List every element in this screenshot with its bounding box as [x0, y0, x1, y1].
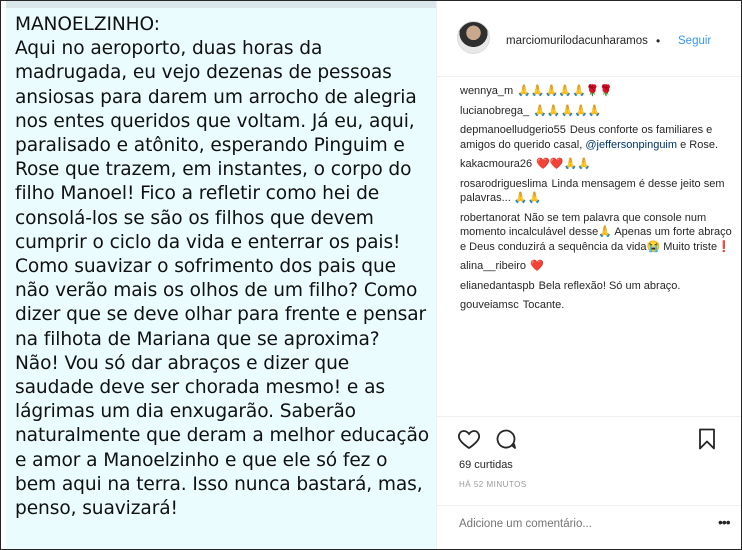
comment-item: depmanoelludgerio55 Deus conforte os fami…: [460, 123, 738, 152]
bookmark-icon[interactable]: [695, 427, 719, 451]
avatar[interactable]: [457, 21, 490, 54]
post-image-body: Aqui no aeroporto, duas horas da madruga…: [15, 38, 430, 520]
comment-item: elianedantaspb Bela reflexão! Só um abraç…: [460, 279, 738, 294]
more-options-icon[interactable]: •••: [718, 514, 731, 530]
header-separator: •: [656, 34, 661, 48]
comment-emojis: 🙏🙏: [513, 192, 542, 204]
comment-item: robertanorat Não se tem palavra que conso…: [460, 211, 738, 255]
comment-item: lucianobrega_ 🙏🙏🙏🙏🙏: [460, 104, 738, 119]
post-side-panel: marciomurilodacunharamos • Seguir wennya…: [436, 1, 741, 549]
comment-emojis: 🙏🙏🙏🙏🙏: [533, 104, 602, 117]
comment-username[interactable]: lucianobrega_: [460, 105, 529, 117]
comment-username[interactable]: depmanoelludgerio55: [460, 124, 566, 136]
comment-item: alina__ribeiro ❤️: [460, 259, 738, 274]
image-top-strip: [6, 1, 436, 8]
comment-username[interactable]: robertanorat: [460, 212, 520, 224]
post-timestamp: HÁ 52 MINUTOS: [459, 480, 527, 489]
comment-username[interactable]: gouveiamsc: [460, 299, 519, 311]
post-actions: 69 curtidas HÁ 52 MINUTOS •••: [437, 416, 741, 530]
comment-emojis: ❤️: [530, 260, 544, 272]
instagram-post: MANOELZINHO: Aqui no aeroporto, duas hora…: [0, 0, 742, 550]
comment-item: wennya_m 🙏🙏🙏🙏🙏🌹🌹: [460, 84, 738, 99]
comment-emojis: ❤️❤️🙏🙏: [536, 158, 591, 170]
comment-emojis: 🙏🙏🙏🙏🙏🌹🌹: [517, 85, 614, 97]
comment-username[interactable]: kakacmoura26: [460, 158, 532, 170]
post-header: marciomurilodacunharamos • Seguir: [437, 1, 741, 77]
heart-outline-icon[interactable]: [457, 427, 481, 451]
comment-item: kakacmoura26 ❤️❤️🙏🙏: [460, 157, 738, 172]
comment-text-after: e Rose.: [677, 138, 719, 151]
comment-mention-link[interactable]: @jeffersonpinguim: [585, 139, 677, 151]
comment-item: gouveiamsc Tocante.: [460, 298, 738, 313]
comment-item: rosarodrigueslima Linda mensagem é desse …: [460, 177, 738, 206]
post-image-text: MANOELZINHO: Aqui no aeroporto, duas hora…: [15, 13, 435, 521]
comment-username[interactable]: alina__ribeiro: [460, 260, 526, 272]
header-username[interactable]: marciomurilodacunharamos: [506, 35, 648, 47]
comment-input[interactable]: [459, 518, 679, 530]
comment-list: wennya_m 🙏🙏🙏🙏🙏🌹🌹 lucianobrega_ 🙏🙏🙏🙏🙏 depmano…: [460, 84, 738, 318]
comment-text: Tocante.: [522, 299, 565, 311]
follow-button[interactable]: Seguir: [678, 35, 711, 47]
comment-bubble-icon[interactable]: [494, 427, 518, 451]
comment-username[interactable]: wennya_m: [460, 85, 513, 97]
comment-username[interactable]: rosarodrigueslima: [460, 178, 547, 190]
post-image-heading: MANOELZINHO:: [15, 14, 160, 35]
comment-username[interactable]: elianedantaspb: [460, 280, 535, 292]
likes-count[interactable]: 69 curtidas: [459, 459, 513, 471]
post-image: MANOELZINHO: Aqui no aeroporto, duas hora…: [6, 1, 436, 549]
add-comment-bar: •••: [437, 505, 741, 549]
comment-text: Bela reflexão! Só um abraço.: [538, 279, 681, 292]
